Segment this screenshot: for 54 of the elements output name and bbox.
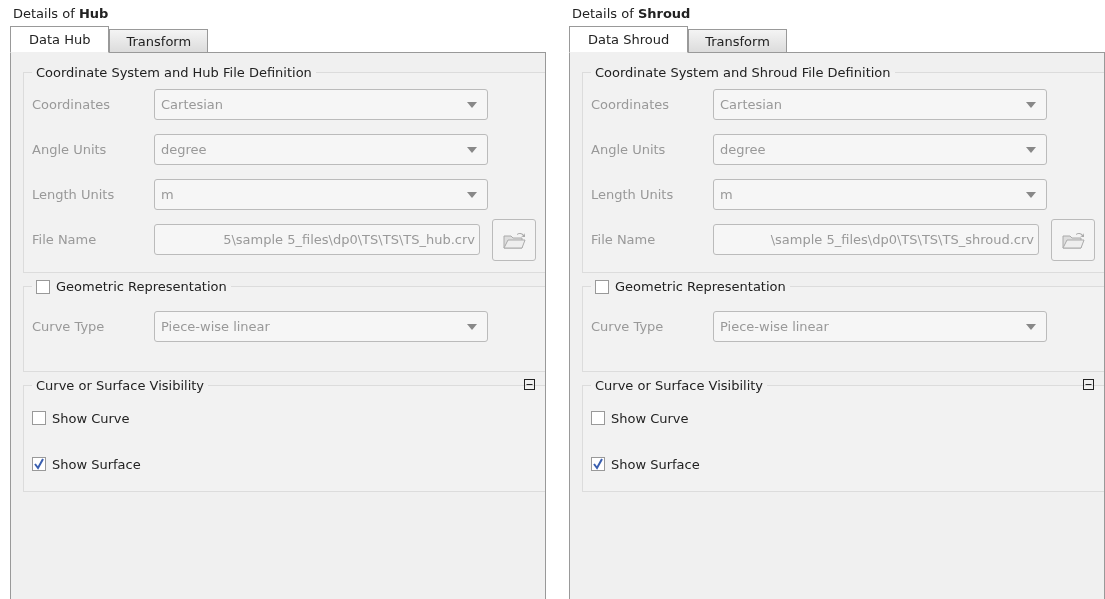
checkbox[interactable] [32,457,46,471]
file-name-field[interactable]: 5\sample 5_files\dp0\TS\TS\TS_hub.crv [154,224,480,255]
group-title: Coordinate System and Hub File Definition [35,65,313,80]
dropdown[interactable]: Piece-wise linear [713,311,1047,342]
field-label: Curve Type [32,319,106,334]
dropdown[interactable]: Cartesian [154,89,488,120]
field-label: Curve Type [591,319,665,334]
checkbox-label: Geometric Representation [615,279,786,294]
dropdown[interactable]: Piece-wise linear [154,311,488,342]
checkbox-label: Show Curve [52,410,130,426]
field-label: File Name [32,232,98,247]
collapse-icon[interactable] [1083,379,1094,390]
group-title: Curve or Surface Visibility [594,378,765,393]
group-title: Curve or Surface Visibility [35,378,206,393]
dropdown[interactable]: degree [713,134,1047,165]
browse-button[interactable] [1051,218,1095,261]
panel-title: Details of Hub [12,6,110,22]
field-label: Coordinates [32,97,112,112]
field-label: Length Units [32,187,116,202]
dropdown[interactable]: Cartesian [713,89,1047,120]
caret-icon [1026,101,1036,108]
browse-button[interactable] [492,218,536,261]
dropdown[interactable]: degree [154,134,488,165]
field-label: Coordinates [591,97,671,112]
field-label: Length Units [591,187,675,202]
panel-title: Details of Shroud [571,6,692,22]
checkbox-label: Show Curve [611,410,689,426]
collapse-icon[interactable] [524,379,535,390]
caret-icon [1026,323,1036,330]
checkbox[interactable] [36,279,50,294]
checkbox[interactable] [32,411,46,425]
dropdown[interactable]: m [154,179,488,210]
field-label: Angle Units [32,142,108,157]
checkbox-label: Show Surface [52,456,141,472]
dropdown[interactable]: m [713,179,1047,210]
caret-icon [1026,191,1036,198]
caret-icon [1026,146,1036,153]
tab[interactable]: Transform [109,29,209,53]
caret-icon [467,323,477,330]
field-label: File Name [591,232,657,247]
tab[interactable]: Transform [688,29,787,53]
tab[interactable]: Data Shroud [569,26,689,53]
caret-icon [467,146,477,153]
group-title: Coordinate System and Shroud File Definition [594,65,892,80]
field-label: Angle Units [591,142,667,157]
caret-icon [467,191,477,198]
checkbox-label: Show Surface [611,456,700,472]
checkbox[interactable] [595,279,609,294]
caret-icon [467,101,477,108]
tab[interactable]: Data Hub [10,26,110,53]
file-name-field[interactable]: \sample 5_files\dp0\TS\TS\TS_shroud.crv [713,224,1039,255]
checkbox-label: Geometric Representation [56,279,227,294]
checkbox[interactable] [591,457,605,471]
checkbox[interactable] [591,411,605,425]
